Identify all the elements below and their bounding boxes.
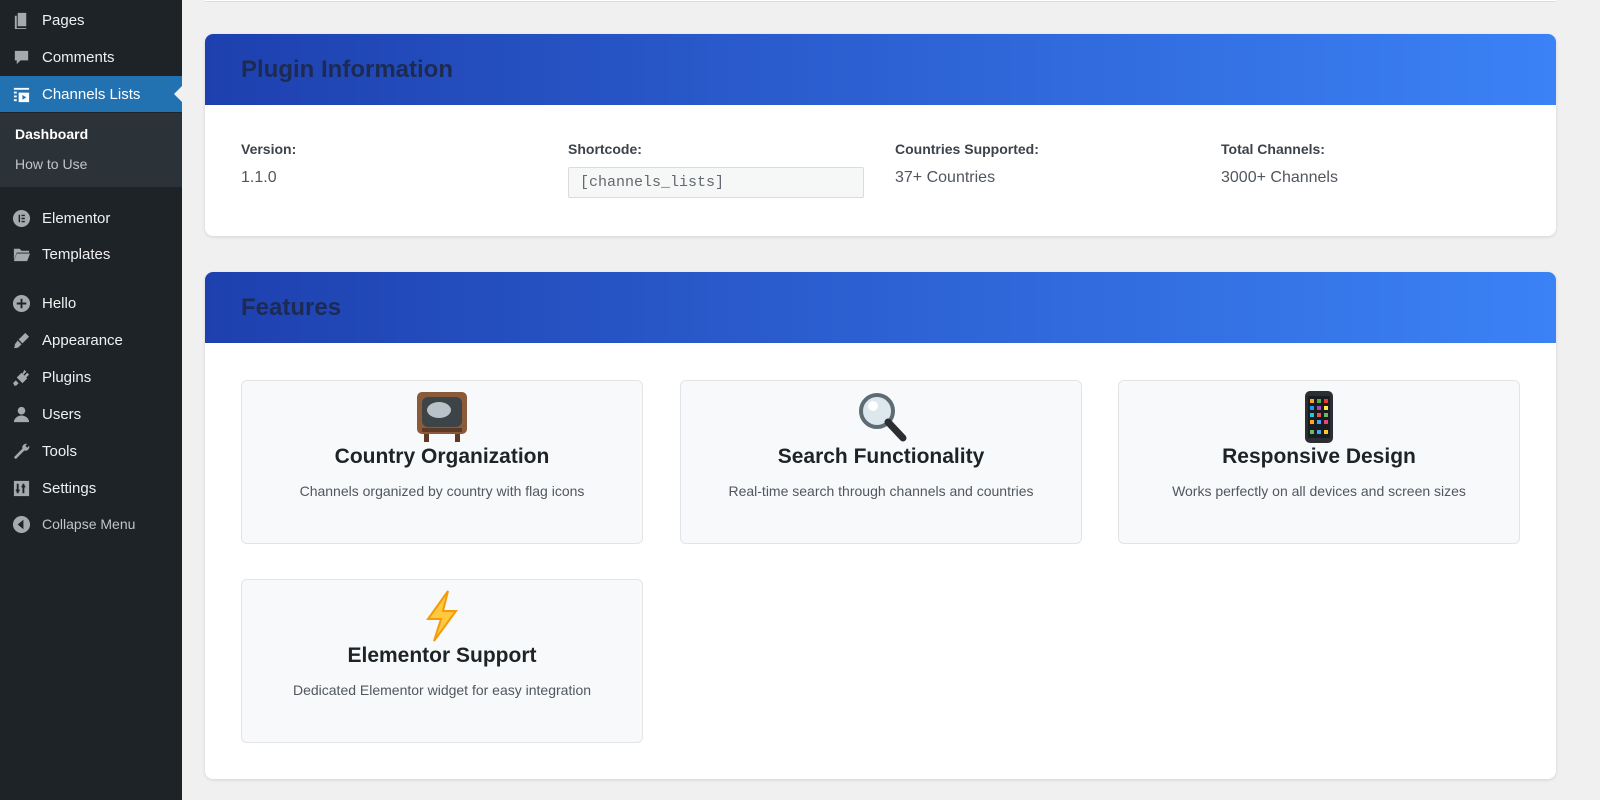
panel-header: Features (205, 272, 1556, 343)
feature-title: Search Functionality (777, 445, 985, 468)
channels-label: Total Channels: (1221, 141, 1325, 157)
wrench-icon (11, 441, 31, 461)
lightning-icon (242, 590, 642, 642)
submenu-item-dashboard[interactable]: Dashboard (15, 126, 88, 142)
settings-icon (11, 478, 31, 498)
feature-card: Country Organization Channels organized … (241, 380, 643, 544)
magnifier-icon (681, 391, 1081, 443)
sidebar-item-label: Tools (42, 442, 78, 460)
countries-value: 37+ Countries (895, 169, 996, 186)
folder-icon (11, 244, 31, 264)
tv-icon (242, 391, 642, 443)
version-info: Version: 1.1.0 (241, 141, 296, 187)
sidebar-item-templates[interactable]: Templates (0, 236, 182, 272)
countries-info: Countries Supported: 37+ Countries (895, 141, 1039, 187)
previous-panel-edge (205, 0, 1556, 2)
shortcode-field[interactable]: [channels_lists] (568, 167, 864, 198)
sidebar-item-label: Comments (42, 48, 115, 66)
shortcode-info: Shortcode: [channels_lists] (568, 141, 864, 198)
sidebar-item-settings[interactable]: Settings (0, 470, 182, 506)
paintbrush-icon (11, 330, 31, 350)
sidebar-item-label: Hello (42, 294, 77, 312)
plug-icon (11, 367, 31, 387)
feature-description: Real-time search through channels and co… (728, 483, 1034, 499)
feature-title: Elementor Support (347, 644, 537, 667)
sidebar-item-hello[interactable]: Hello (0, 285, 182, 321)
panel-header: Plugin Information (205, 34, 1556, 105)
sidebar-item-label: Pages (42, 11, 85, 29)
sidebar-item-label: Channels Lists (42, 85, 141, 103)
shortcode-label: Shortcode: (568, 141, 642, 157)
feature-description: Channels organized by country with flag … (299, 483, 585, 499)
countries-label: Countries Supported: (895, 141, 1039, 157)
version-value: 1.1.0 (241, 169, 277, 186)
sidebar-item-label: Settings (42, 479, 97, 497)
feature-title: Responsive Design (1222, 445, 1416, 468)
user-icon (11, 404, 31, 424)
plus-circle-icon (11, 293, 31, 313)
submenu-item-how-to-use[interactable]: How to Use (15, 156, 87, 172)
sidebar-item-label: Plugins (42, 368, 92, 386)
sidebar-item-users[interactable]: Users (0, 396, 182, 432)
mobile-phone-icon (1119, 391, 1519, 443)
channels-info: Total Channels: 3000+ Channels (1221, 141, 1338, 187)
sidebar-item-appearance[interactable]: Appearance (0, 322, 182, 358)
feature-card: Elementor Support Dedicated Elementor wi… (241, 579, 643, 743)
sidebar-item-label: Collapse Menu (42, 516, 136, 532)
panel-title: Features (241, 293, 342, 321)
sidebar-item-pages[interactable]: Pages (0, 2, 182, 38)
elementor-icon (11, 208, 31, 228)
feature-card: Responsive Design Works perfectly on all… (1118, 380, 1520, 544)
version-label: Version: (241, 141, 297, 157)
channels-value: 3000+ Channels (1221, 169, 1338, 186)
channels-lists-submenu: Dashboard How to Use (0, 113, 182, 187)
sidebar-item-comments[interactable]: Comments (0, 39, 182, 75)
panel-title: Plugin Information (241, 55, 453, 83)
collapse-menu-button[interactable]: Collapse Menu (0, 506, 182, 542)
sidebar-item-channels-lists[interactable]: Channels Lists (0, 76, 182, 112)
sidebar-item-label: Templates (42, 245, 111, 263)
sidebar-item-tools[interactable]: Tools (0, 433, 182, 469)
sidebar-item-elementor[interactable]: Elementor (0, 200, 182, 236)
sidebar-item-plugins[interactable]: Plugins (0, 359, 182, 395)
admin-sidebar: Pages Comments Channels Lists Dashboard … (0, 0, 182, 800)
channels-list-icon (11, 84, 31, 104)
feature-title: Country Organization (334, 445, 550, 468)
sidebar-item-label: Users (42, 405, 82, 423)
collapse-icon (11, 514, 31, 534)
comments-icon (11, 47, 31, 67)
feature-card: Search Functionality Real-time search th… (680, 380, 1082, 544)
pages-icon (11, 10, 31, 30)
plugin-information-panel: Plugin Information Version: 1.1.0 Shortc… (205, 34, 1556, 236)
sidebar-item-label: Elementor (42, 209, 111, 227)
feature-description: Works perfectly on all devices and scree… (1172, 483, 1466, 499)
feature-description: Dedicated Elementor widget for easy inte… (292, 682, 592, 698)
features-panel: Features Country Organization Channels o… (205, 272, 1556, 779)
sidebar-item-label: Appearance (42, 331, 123, 349)
